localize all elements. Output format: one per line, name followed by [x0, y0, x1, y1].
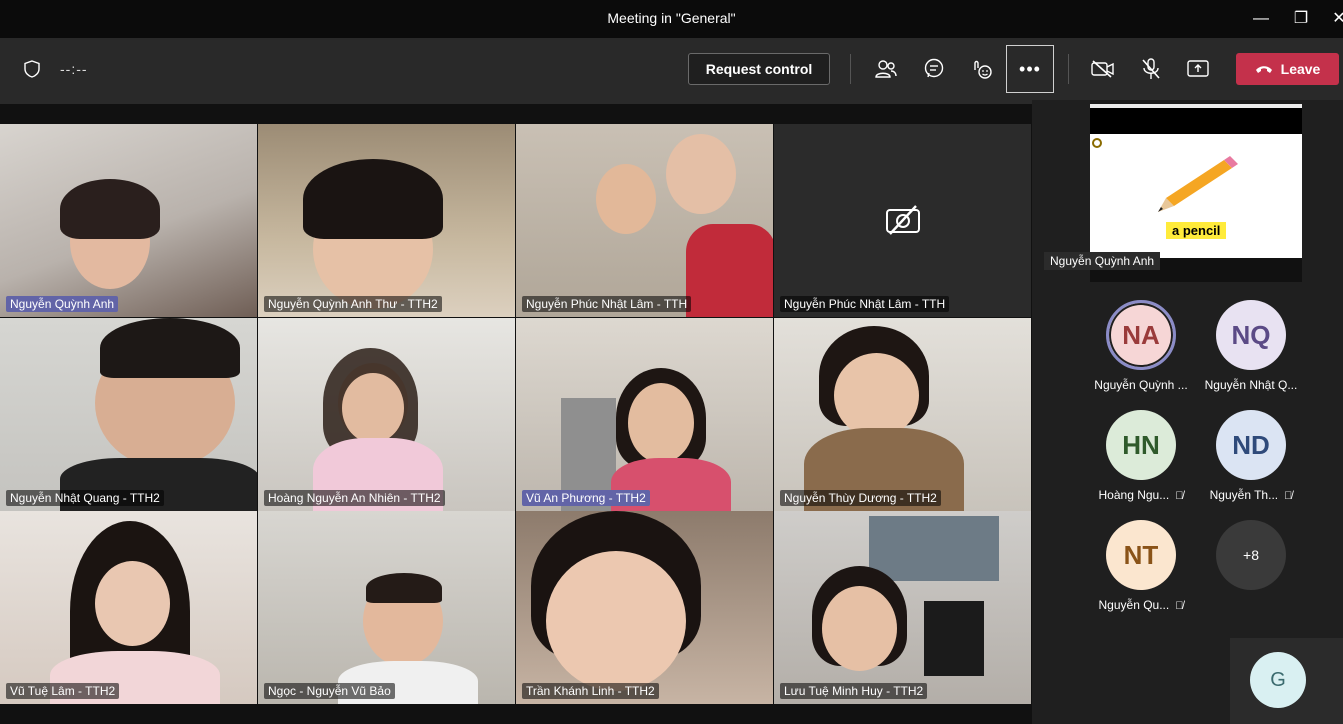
avatar-name: Hoàng Ngu... 🎙̸ — [1086, 488, 1196, 502]
close-icon[interactable]: ✕ — [1326, 7, 1343, 31]
avatar-name-text: Hoàng Ngu... — [1098, 488, 1170, 502]
participants-panel: a pencil Nguyễn Quỳnh Anh NA Nguyễn Quỳn… — [1032, 100, 1343, 724]
reactions-icon[interactable] — [966, 53, 998, 85]
participant-name: Nguyễn Phúc Nhật Lâm - TTH — [780, 296, 950, 312]
participant-hair — [60, 179, 160, 239]
shield-icon[interactable] — [16, 53, 48, 85]
leave-label: Leave — [1280, 61, 1321, 77]
participant-face — [628, 383, 694, 463]
request-control-button[interactable]: Request control — [688, 53, 830, 85]
participants-icon[interactable] — [870, 53, 902, 85]
avatar: ND — [1216, 410, 1286, 480]
share-screen-icon[interactable] — [1182, 53, 1214, 85]
avatar-name-text: Nguyễn Th... — [1209, 488, 1279, 502]
toolbar-divider — [850, 54, 851, 84]
avatar: HN — [1106, 410, 1176, 480]
participant-face — [834, 353, 919, 438]
participant-face — [822, 586, 897, 671]
more-participants-item[interactable]: +8 — [1196, 520, 1306, 620]
video-tile[interactable]: Nguyễn Quỳnh Anh Thư - TTH2 — [258, 124, 515, 317]
participant-name: Nguyễn Phúc Nhật Lâm - TTH — [522, 296, 692, 312]
participant-avatar-item[interactable]: NQ Nguyễn Nhật Q... — [1196, 300, 1306, 400]
hang-up-icon — [1255, 61, 1273, 77]
participant-hair — [100, 318, 240, 378]
participant-face — [666, 134, 736, 214]
participant-name: Trần Khánh Linh - TTH2 — [522, 683, 659, 699]
camera-off-icon[interactable] — [1087, 53, 1119, 85]
video-tile[interactable]: Vũ An Phương - TTH2 — [516, 318, 773, 511]
video-tile[interactable]: Nguyễn Thùy Dương - TTH2 — [774, 318, 1031, 511]
participant-name: Vũ Tuệ Lâm - TTH2 — [6, 683, 120, 699]
presenter-name: Nguyễn Quỳnh Anh — [1044, 252, 1161, 270]
stage-top-strip — [0, 100, 1032, 104]
mic-off-icon: 🎙̸ — [1175, 490, 1184, 502]
video-tile[interactable]: Vũ Tuệ Lâm - TTH2 — [0, 511, 257, 704]
avatar: NA — [1106, 300, 1176, 370]
participant-name: Nguyễn Quỳnh Anh — [6, 296, 119, 312]
toolbar-divider — [1068, 54, 1069, 84]
self-avatar: G — [1250, 652, 1306, 708]
video-off-icon — [884, 204, 922, 241]
video-tile[interactable]: Lưu Tuệ Minh Huy - TTH2 — [774, 511, 1031, 704]
participant-face — [546, 551, 686, 691]
avatar-name: Nguyễn Qu... 🎙̸ — [1086, 598, 1196, 612]
self-preview[interactable]: G — [1230, 638, 1343, 724]
record-indicator-icon — [1092, 138, 1102, 148]
video-tile[interactable]: Nguyễn Quỳnh Anh — [0, 124, 257, 317]
window-title: Meeting in "General" — [607, 10, 736, 26]
participant-name: Nguyễn Thùy Dương - TTH2 — [780, 490, 941, 506]
maximize-icon[interactable]: ❐ — [1288, 7, 1314, 31]
title-bar: Meeting in "General" — ❐ ✕ — [0, 0, 1343, 38]
participant-face — [596, 164, 656, 234]
participant-name: Nguyễn Nhật Quang - TTH2 — [6, 490, 164, 506]
meeting-toolbar: --:-- Request control ••• Leave — [0, 38, 1343, 100]
video-tile[interactable]: Ngọc - Nguyễn Vũ Bảo — [258, 511, 515, 704]
mic-off-icon: 🎙̸ — [1175, 600, 1184, 612]
participant-hair — [366, 573, 442, 603]
participant-name: Nguyễn Quỳnh Anh Thư - TTH2 — [264, 296, 442, 312]
participant-name: Lưu Tuệ Minh Huy - TTH2 — [780, 683, 928, 699]
avatar-name-text: Nguyễn Qu... — [1098, 598, 1170, 612]
avatar: NT — [1106, 520, 1176, 590]
participant-avatar-item[interactable]: NT Nguyễn Qu... 🎙̸ — [1086, 520, 1196, 620]
mic-off-icon: 🎙̸ — [1284, 490, 1293, 502]
leave-button[interactable]: Leave — [1236, 53, 1339, 85]
tv-shape — [924, 601, 984, 676]
participant-face — [95, 561, 170, 646]
minimize-icon[interactable]: — — [1248, 7, 1274, 31]
mic-off-icon[interactable] — [1135, 53, 1167, 85]
participant-avatar-item[interactable]: NA Nguyễn Quỳnh ... — [1086, 300, 1196, 400]
video-tile[interactable]: Nguyễn Phúc Nhật Lâm - TTH — [516, 124, 773, 317]
video-gallery: Nguyễn Quỳnh Anh Nguyễn Quỳnh Anh Thư - … — [0, 100, 1032, 724]
participant-avatar-item[interactable]: HN Hoàng Ngu... 🎙̸ — [1086, 410, 1196, 510]
shared-screen-topbar — [1090, 104, 1302, 134]
participant-face — [342, 373, 404, 443]
video-tile[interactable]: Hoàng Nguyễn An Nhiên - TTH2 — [258, 318, 515, 511]
participant-name: Ngọc - Nguyễn Vũ Bảo — [264, 683, 395, 699]
pencil-icon — [1152, 154, 1242, 221]
meeting-timer: --:-- — [60, 61, 88, 77]
participant-name: Vũ An Phương - TTH2 — [522, 490, 650, 506]
more-participants-count: +8 — [1216, 520, 1286, 590]
chat-icon[interactable] — [918, 53, 950, 85]
video-tile[interactable]: Trần Khánh Linh - TTH2 — [516, 511, 773, 704]
participant-shirt — [686, 224, 773, 317]
avatar: NQ — [1216, 300, 1286, 370]
avatar-name: Nguyễn Th... 🎙̸ — [1196, 488, 1306, 502]
participant-hair — [303, 159, 443, 239]
participant-avatar-item[interactable]: ND Nguyễn Th... 🎙̸ — [1196, 410, 1306, 510]
more-actions-button[interactable]: ••• — [1006, 45, 1054, 93]
video-tile[interactable]: Nguyễn Phúc Nhật Lâm - TTH — [774, 124, 1031, 317]
participant-name: Hoàng Nguyễn An Nhiên - TTH2 — [264, 490, 445, 506]
video-tile[interactable]: Nguyễn Nhật Quang - TTH2 — [0, 318, 257, 511]
avatar-name: Nguyễn Quỳnh ... — [1094, 378, 1188, 392]
wall-art — [869, 516, 999, 581]
shared-label: a pencil — [1166, 222, 1227, 239]
avatar-name: Nguyễn Nhật Q... — [1204, 378, 1298, 392]
